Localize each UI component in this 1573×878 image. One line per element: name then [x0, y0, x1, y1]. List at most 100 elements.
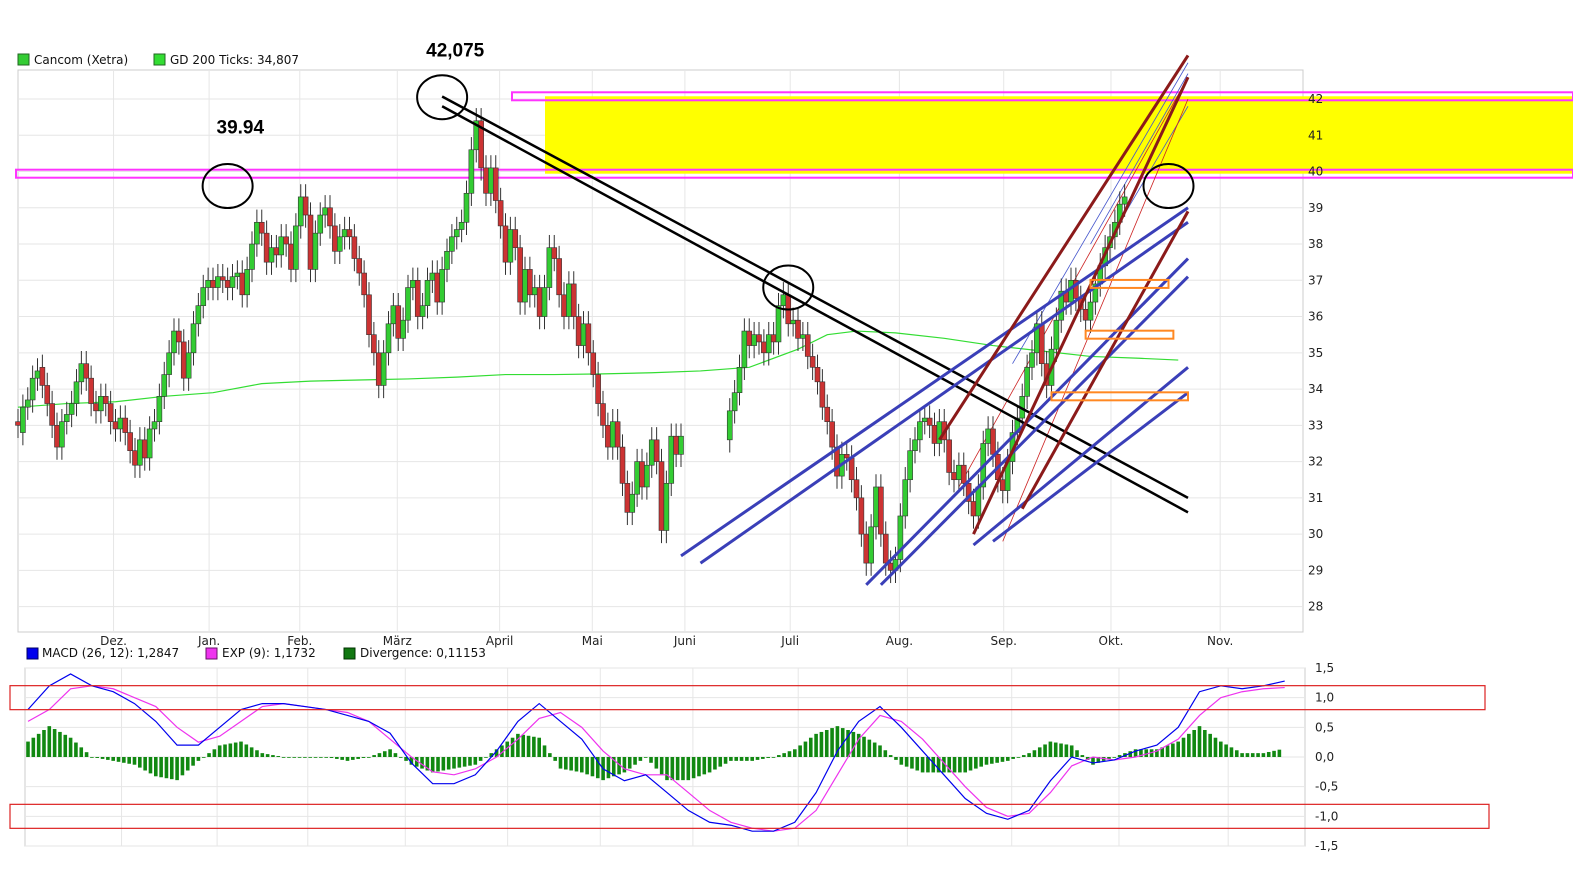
divergence-bar — [808, 737, 813, 757]
x-tick-label: Juli — [780, 634, 799, 648]
candle-down — [83, 363, 90, 379]
candle-down — [951, 472, 957, 481]
candle-up — [166, 352, 172, 375]
divergence-bar — [1069, 745, 1074, 757]
divergence-bar — [1213, 737, 1218, 757]
divergence-bar — [420, 757, 424, 769]
divergence-bar — [239, 741, 243, 757]
candle-up — [1068, 279, 1074, 303]
candle-down — [853, 479, 860, 499]
divergence-bar — [990, 757, 994, 764]
macd-y-tick-label: 0,5 — [1315, 720, 1334, 734]
candle-up — [429, 272, 436, 281]
candle-down — [414, 279, 421, 317]
candle-up — [249, 243, 255, 270]
divergence-bar — [979, 757, 983, 767]
candle-down — [54, 425, 60, 448]
candle-up — [644, 464, 650, 488]
candle-up — [405, 287, 411, 321]
divergence-bar — [329, 757, 334, 758]
divergence-bar — [681, 757, 685, 781]
candle-down — [639, 461, 645, 488]
divergence-bar — [974, 757, 978, 769]
candle-up — [68, 403, 75, 415]
y-tick-label: 32 — [1308, 455, 1323, 469]
divergence-bar — [1261, 753, 1266, 757]
divergence-bar — [1272, 750, 1276, 757]
divergence-bar — [84, 752, 89, 757]
candle-up — [78, 363, 85, 383]
candle-up — [541, 287, 548, 317]
divergence-bar — [1181, 737, 1186, 757]
divergence-bar — [590, 757, 595, 777]
candle-up — [775, 305, 782, 343]
candle-up — [317, 214, 324, 234]
divergence-bar — [191, 757, 195, 766]
candle-down — [619, 446, 626, 484]
candle-up — [268, 247, 275, 263]
candle-up — [117, 417, 124, 430]
divergence-bar — [926, 757, 930, 773]
candle-up — [146, 428, 153, 459]
divergence-bar — [521, 734, 526, 757]
divergence-bar — [132, 757, 137, 765]
candle-down — [878, 486, 884, 535]
divergence-bar — [367, 757, 371, 758]
divergence-bar — [638, 757, 643, 761]
divergence-bar — [558, 757, 563, 769]
candle-up — [678, 435, 684, 455]
candle-down — [605, 425, 611, 448]
divergence-bar — [691, 757, 696, 779]
y-tick-label: 34 — [1308, 382, 1323, 396]
candle-down — [88, 377, 94, 404]
candle-down — [585, 323, 592, 354]
divergence-bar — [718, 757, 723, 767]
divergence-bar — [548, 753, 552, 757]
divergence-bar — [580, 757, 584, 773]
candle-up — [424, 279, 431, 306]
candle-up — [29, 377, 36, 401]
divergence-bar — [68, 737, 73, 757]
candle-up — [297, 196, 304, 227]
candle-down — [673, 435, 679, 455]
divergence-bar — [814, 733, 818, 757]
candle-up — [59, 421, 65, 448]
candle-up — [458, 221, 465, 230]
candle-up — [322, 207, 328, 216]
candle-down — [819, 381, 826, 408]
divergence-bar — [984, 757, 989, 765]
candle-up — [522, 269, 528, 303]
candle-up — [137, 439, 143, 466]
legend-exp-label: EXP (9): 1,1732 — [222, 646, 316, 660]
divergence-bar — [1037, 747, 1042, 757]
divergence-bar — [106, 757, 110, 760]
divergence-bar — [734, 757, 739, 761]
divergence-bar — [1240, 753, 1244, 757]
candle-down — [263, 232, 270, 263]
divergence-bar — [899, 757, 904, 765]
divergence-bar — [52, 729, 57, 757]
divergence-bar — [196, 757, 201, 761]
candle-down — [395, 305, 402, 339]
divergence-bar — [436, 757, 440, 772]
candle-down — [332, 225, 338, 252]
divergence-bar — [345, 757, 350, 761]
divergence-bar — [122, 757, 126, 763]
divergence-bar — [159, 757, 163, 778]
divergence-bar — [63, 734, 68, 757]
y-tick-label: 31 — [1308, 491, 1323, 505]
candle-down — [512, 229, 519, 248]
candle-down — [224, 279, 231, 288]
divergence-bar — [1011, 757, 1015, 759]
candle-up — [185, 352, 192, 379]
chart-canvas: 39.94 42,075 28 29 30 31 32 33 34 35 36 37 38 39 40 41… — [9, 40, 1573, 853]
candle-down — [283, 236, 289, 245]
candle-up — [161, 374, 168, 397]
candle-down — [746, 330, 753, 346]
candle-up — [24, 399, 31, 408]
candle-up — [254, 221, 260, 245]
divergence-bar — [995, 757, 999, 763]
divergence-bar — [824, 730, 829, 757]
candle-up — [293, 225, 299, 270]
divergence-bar — [574, 757, 579, 772]
